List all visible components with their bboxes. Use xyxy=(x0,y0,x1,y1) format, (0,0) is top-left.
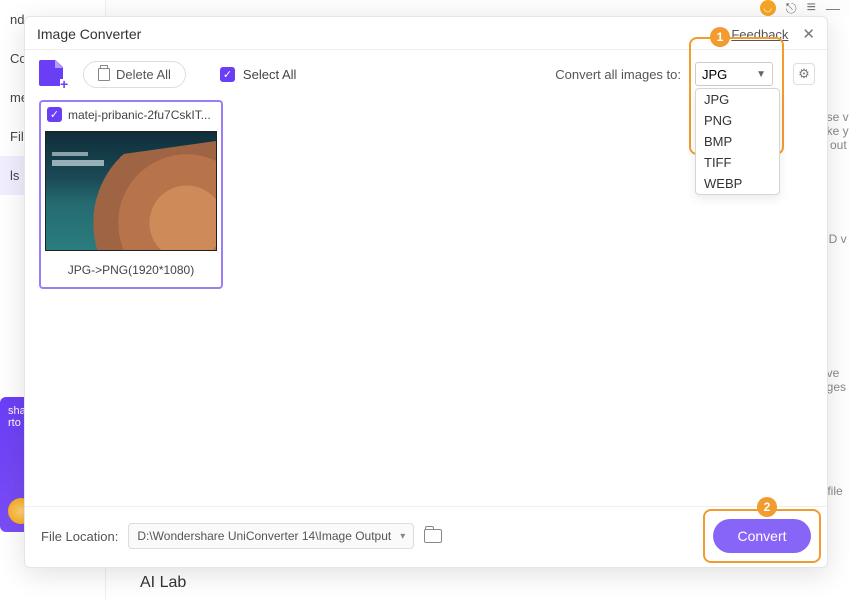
image-card[interactable]: ✓ matej-pribanic-2fu7CskIT... JPG->PNG(1… xyxy=(39,100,223,289)
checkbox-icon[interactable]: ✓ xyxy=(47,107,62,122)
file-location-value: D:\Wondershare UniConverter 14\Image Out… xyxy=(137,529,391,543)
delete-all-label: Delete All xyxy=(116,67,171,82)
settings-button[interactable]: ⚙ xyxy=(793,63,815,85)
image-converter-modal: Image Converter Feedback ✕ + Delete All … xyxy=(24,16,828,568)
minimize-icon[interactable]: — xyxy=(826,0,840,16)
annotation-badge-2: 2 xyxy=(757,497,777,517)
gear-icon: ⚙ xyxy=(798,66,810,82)
format-option-jpg[interactable]: JPG xyxy=(696,89,779,110)
file-location-label: File Location: xyxy=(41,529,118,544)
open-folder-button[interactable] xyxy=(424,529,442,543)
format-option-tiff[interactable]: TIFF xyxy=(696,152,779,173)
modal-header: Image Converter Feedback ✕ xyxy=(25,17,827,50)
thumb-pier xyxy=(52,160,104,166)
close-icon[interactable]: ✕ xyxy=(802,25,815,43)
format-option-bmp[interactable]: BMP xyxy=(696,131,779,152)
convert-to-label: Convert all images to: xyxy=(555,67,681,82)
format-selected-value: JPG xyxy=(702,67,727,82)
file-fold-icon xyxy=(55,60,63,68)
trash-icon xyxy=(98,68,110,81)
format-dropdown-area: JPG ▼ JPG PNG BMP TIFF WEBP 1 xyxy=(695,62,773,86)
bg-titlebar: ◡ ⎋ ≡ — xyxy=(0,0,850,16)
annotation-badge-1: 1 xyxy=(710,27,730,47)
image-card-head: ✓ matej-pribanic-2fu7CskIT... xyxy=(41,102,221,127)
image-thumbnail[interactable] xyxy=(45,131,217,251)
format-select[interactable]: JPG ▼ xyxy=(695,62,773,86)
thumb-pier2 xyxy=(52,152,88,156)
thumb-beach xyxy=(79,141,217,251)
checkbox-icon: ✓ xyxy=(220,67,235,82)
chevron-down-icon: ▾ xyxy=(400,531,405,542)
toolbar: + Delete All ✓ Select All Convert all im… xyxy=(25,50,827,96)
headset-icon[interactable]: ⎋ xyxy=(786,0,797,17)
image-filename: matej-pribanic-2fu7CskIT... xyxy=(68,108,215,122)
avatar-icon[interactable]: ◡ xyxy=(760,0,776,16)
chevron-down-icon: ▼ xyxy=(756,69,766,80)
format-dropdown: JPG PNG BMP TIFF WEBP xyxy=(695,88,780,195)
format-option-png[interactable]: PNG xyxy=(696,110,779,131)
image-conversion-label: JPG->PNG(1920*1080) xyxy=(41,255,221,287)
plus-icon: + xyxy=(60,79,71,90)
add-file-button[interactable]: + xyxy=(39,60,69,88)
modal-footer: File Location: D:\Wondershare UniConvert… xyxy=(25,506,827,567)
select-all-checkbox[interactable]: ✓ Select All xyxy=(220,67,296,82)
delete-all-button[interactable]: Delete All xyxy=(83,61,186,88)
hamburger-icon[interactable]: ≡ xyxy=(807,0,816,17)
format-option-webp[interactable]: WEBP xyxy=(696,173,779,194)
select-all-label: Select All xyxy=(243,67,296,82)
convert-button[interactable]: Convert xyxy=(713,519,811,553)
convert-button-wrap: Convert 2 xyxy=(713,519,811,553)
feedback-link[interactable]: Feedback xyxy=(731,27,788,42)
file-location-select[interactable]: D:\Wondershare UniConverter 14\Image Out… xyxy=(128,523,414,549)
modal-title: Image Converter xyxy=(37,26,141,42)
ailab-label[interactable]: AI Lab xyxy=(140,574,186,592)
